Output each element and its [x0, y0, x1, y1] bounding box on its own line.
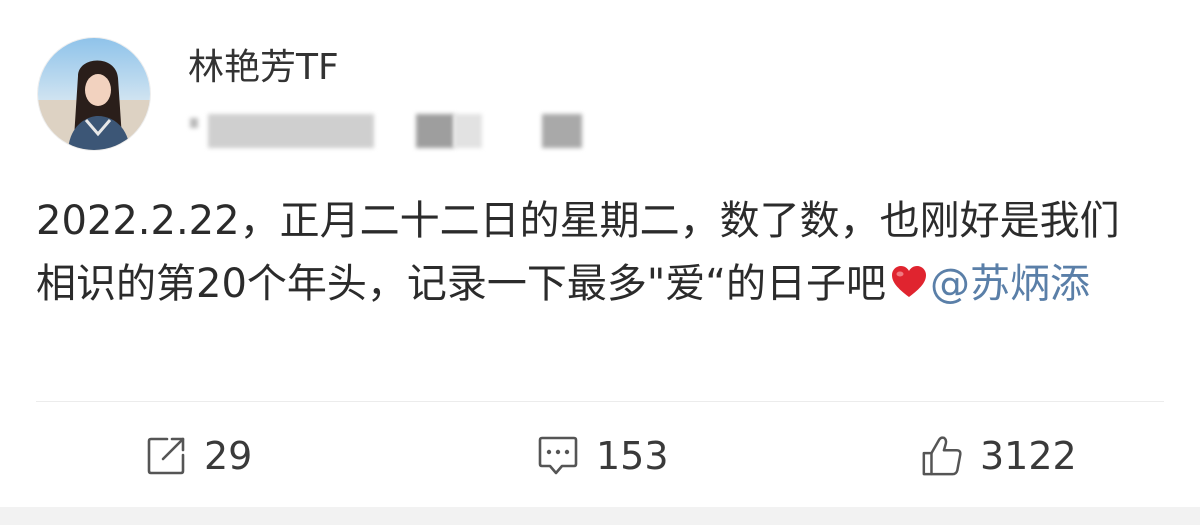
repost-button[interactable]: 29	[144, 430, 252, 482]
username[interactable]: 林艳芳TF	[188, 46, 339, 90]
thumbs-up-icon	[920, 434, 964, 478]
like-button[interactable]: 3122	[920, 430, 1077, 482]
share-icon	[144, 434, 188, 478]
heart-icon	[890, 255, 928, 318]
weibo-post-card: { "post": { "author": { "name": "林艳芳TF",…	[0, 0, 1200, 525]
mention-link[interactable]: @苏炳添	[930, 261, 1090, 307]
repost-count: 29	[204, 434, 253, 478]
divider	[36, 401, 1164, 402]
bottom-separator	[0, 507, 1200, 525]
comment-icon	[536, 434, 580, 478]
comment-button[interactable]: 153	[536, 430, 669, 482]
like-count: 3122	[980, 434, 1077, 478]
avatar-photo	[38, 38, 150, 150]
user-avatar[interactable]	[38, 38, 150, 150]
comment-count: 153	[596, 434, 669, 478]
post-text: 2022.2.22，正月二十二日的星期二，数了数，也刚好是我们相识的第20个年头…	[36, 190, 1156, 318]
action-bar: 29 153 3122	[0, 430, 1200, 482]
post-meta-redacted	[188, 108, 608, 152]
